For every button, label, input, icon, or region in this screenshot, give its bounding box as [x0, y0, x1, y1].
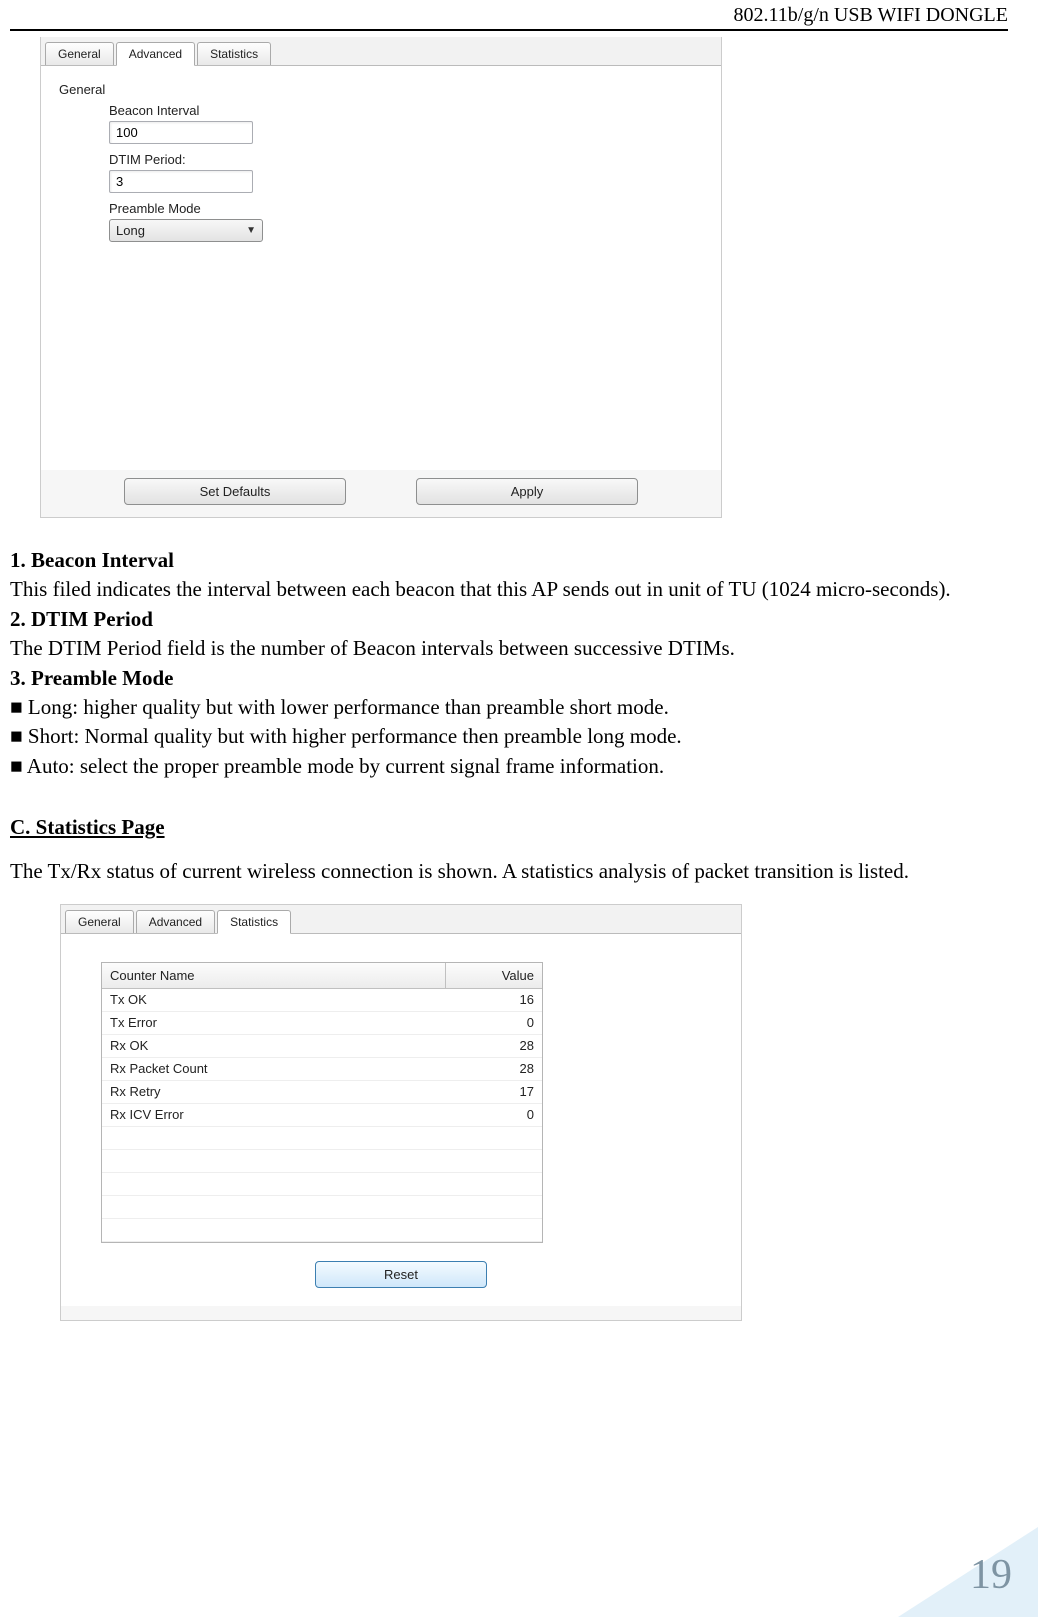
bullet-long: ■ Long: higher quality but with lower pe…: [10, 693, 1008, 722]
table-row-empty: [102, 1150, 542, 1173]
tab-advanced-2[interactable]: Advanced: [136, 910, 215, 933]
table-row: Rx OK28: [102, 1035, 542, 1058]
tabbar: General Advanced Statistics: [41, 37, 721, 66]
label-dtim: DTIM Period:: [109, 152, 703, 167]
tab-general[interactable]: General: [45, 42, 114, 65]
heading-dtim: 2. DTIM Period: [10, 607, 153, 631]
page-number: 19: [970, 1551, 1012, 1599]
label-preamble: Preamble Mode: [109, 201, 703, 216]
label-beacon: Beacon Interval: [109, 103, 703, 118]
cell-value: 17: [446, 1084, 542, 1099]
statistics-window: General Advanced Statistics Counter Name…: [60, 904, 742, 1321]
tab-body: General Beacon Interval DTIM Period: Pre…: [41, 66, 721, 470]
statistics-table: Counter Name Value Tx OK16Tx Error0Rx OK…: [101, 962, 543, 1243]
advanced-settings-window: General Advanced Statistics General Beac…: [40, 37, 722, 518]
field-preamble: Preamble Mode Long ▼: [109, 201, 703, 242]
heading-preamble: 3. Preamble Mode: [10, 666, 174, 690]
cell-value: 28: [446, 1038, 542, 1053]
cell-counter-name: Rx Retry: [102, 1084, 446, 1099]
table-row: Rx Packet Count28: [102, 1058, 542, 1081]
input-beacon-interval[interactable]: [109, 121, 253, 144]
table-row: Tx Error0: [102, 1012, 542, 1035]
cell-value: 28: [446, 1061, 542, 1076]
para-dtim: The DTIM Period field is the number of B…: [10, 634, 1008, 663]
table-header: Counter Name Value: [102, 963, 542, 989]
cell-value: 0: [446, 1015, 542, 1030]
select-preamble-mode[interactable]: Long ▼: [109, 219, 263, 242]
tabbar-stats: General Advanced Statistics: [61, 905, 741, 934]
select-preamble-value: Long: [116, 223, 145, 238]
document-text: 1. Beacon Interval This filed indicates …: [10, 546, 1008, 886]
heading-beacon: 1. Beacon Interval: [10, 548, 174, 572]
field-dtim: DTIM Period:: [109, 152, 703, 193]
header-counter-name: Counter Name: [102, 963, 446, 988]
reset-button[interactable]: Reset: [315, 1261, 487, 1288]
set-defaults-button[interactable]: Set Defaults: [124, 478, 346, 505]
cell-counter-name: Tx Error: [102, 1015, 446, 1030]
table-row-empty: [102, 1127, 542, 1150]
tab-statistics-2[interactable]: Statistics: [217, 910, 291, 934]
cell-value: 16: [446, 992, 542, 1007]
apply-button[interactable]: Apply: [416, 478, 638, 505]
statistics-panel: Counter Name Value Tx OK16Tx Error0Rx OK…: [61, 934, 741, 1306]
field-beacon: Beacon Interval: [109, 103, 703, 144]
bullet-auto: ■ Auto: select the proper preamble mode …: [10, 752, 1008, 781]
table-row-empty: [102, 1219, 542, 1242]
para-beacon: This filed indicates the interval betwee…: [10, 575, 1008, 604]
cell-counter-name: Rx OK: [102, 1038, 446, 1053]
table-row: Rx Retry17: [102, 1081, 542, 1104]
table-row-empty: [102, 1196, 542, 1219]
tab-statistics[interactable]: Statistics: [197, 42, 271, 65]
table-row-empty: [102, 1173, 542, 1196]
header-value: Value: [446, 963, 542, 988]
heading-statistics-page: C. Statistics Page: [10, 813, 165, 842]
button-row: Set Defaults Apply: [41, 470, 721, 505]
doc-header: 802.11b/g/n USB WIFI DONGLE: [10, 0, 1008, 29]
bullet-short: ■ Short: Normal quality but with higher …: [10, 722, 1008, 751]
input-dtim-period[interactable]: [109, 170, 253, 193]
header-rule: [10, 29, 1008, 31]
group-label-general: General: [59, 82, 703, 97]
cell-counter-name: Rx Packet Count: [102, 1061, 446, 1076]
tab-advanced[interactable]: Advanced: [116, 42, 195, 66]
cell-counter-name: Tx OK: [102, 992, 446, 1007]
corner-accent: [898, 1527, 1038, 1617]
table-row: Tx OK16: [102, 989, 542, 1012]
cell-value: 0: [446, 1107, 542, 1122]
tab-general-2[interactable]: General: [65, 910, 134, 933]
para-statistics: The Tx/Rx status of current wireless con…: [10, 857, 1008, 886]
cell-counter-name: Rx ICV Error: [102, 1107, 446, 1122]
table-row: Rx ICV Error0: [102, 1104, 542, 1127]
chevron-down-icon: ▼: [246, 225, 256, 236]
